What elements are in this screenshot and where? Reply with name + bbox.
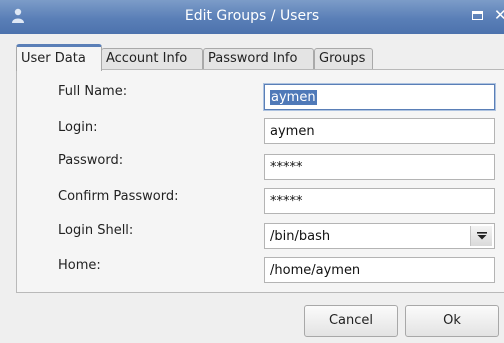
ok-button[interactable]: Ok bbox=[405, 305, 499, 337]
cancel-button[interactable]: Cancel bbox=[304, 305, 398, 337]
login-label: Login: bbox=[58, 120, 98, 135]
full-name-field[interactable]: aymen bbox=[263, 83, 496, 111]
password-field[interactable]: ***** bbox=[264, 154, 495, 180]
login-shell-value: /bin/bash bbox=[270, 229, 331, 244]
dropdown-button[interactable] bbox=[470, 226, 492, 246]
full-name-value: aymen bbox=[270, 90, 317, 105]
window-title: Edit Groups / Users bbox=[184, 8, 320, 24]
confirm-password-label: Confirm Password: bbox=[58, 189, 179, 204]
tab-user-data[interactable]: User Data bbox=[16, 44, 102, 71]
login-shell-select[interactable]: /bin/bash bbox=[264, 223, 495, 249]
tab-groups[interactable]: Groups bbox=[314, 48, 373, 69]
tab-password-info[interactable]: Password Info bbox=[203, 48, 314, 69]
confirm-password-field[interactable]: ***** bbox=[264, 188, 495, 214]
password-label: Password: bbox=[58, 153, 124, 168]
edit-groups-users-window: Edit Groups / Users ✕ User Data Account … bbox=[0, 0, 504, 343]
full-name-label: Full Name: bbox=[58, 84, 128, 99]
login-shell-label: Login Shell: bbox=[58, 223, 134, 238]
login-field[interactable]: aymen bbox=[264, 118, 495, 144]
close-icon[interactable]: ✕ bbox=[494, 6, 504, 24]
tab-account-info[interactable]: Account Info bbox=[101, 48, 203, 69]
title-bar[interactable]: Edit Groups / Users ✕ bbox=[0, 0, 504, 34]
home-label: Home: bbox=[58, 258, 101, 273]
chevron-down-icon bbox=[477, 232, 487, 240]
home-field[interactable]: /home/aymen bbox=[264, 257, 495, 283]
maximize-icon[interactable] bbox=[472, 11, 483, 20]
